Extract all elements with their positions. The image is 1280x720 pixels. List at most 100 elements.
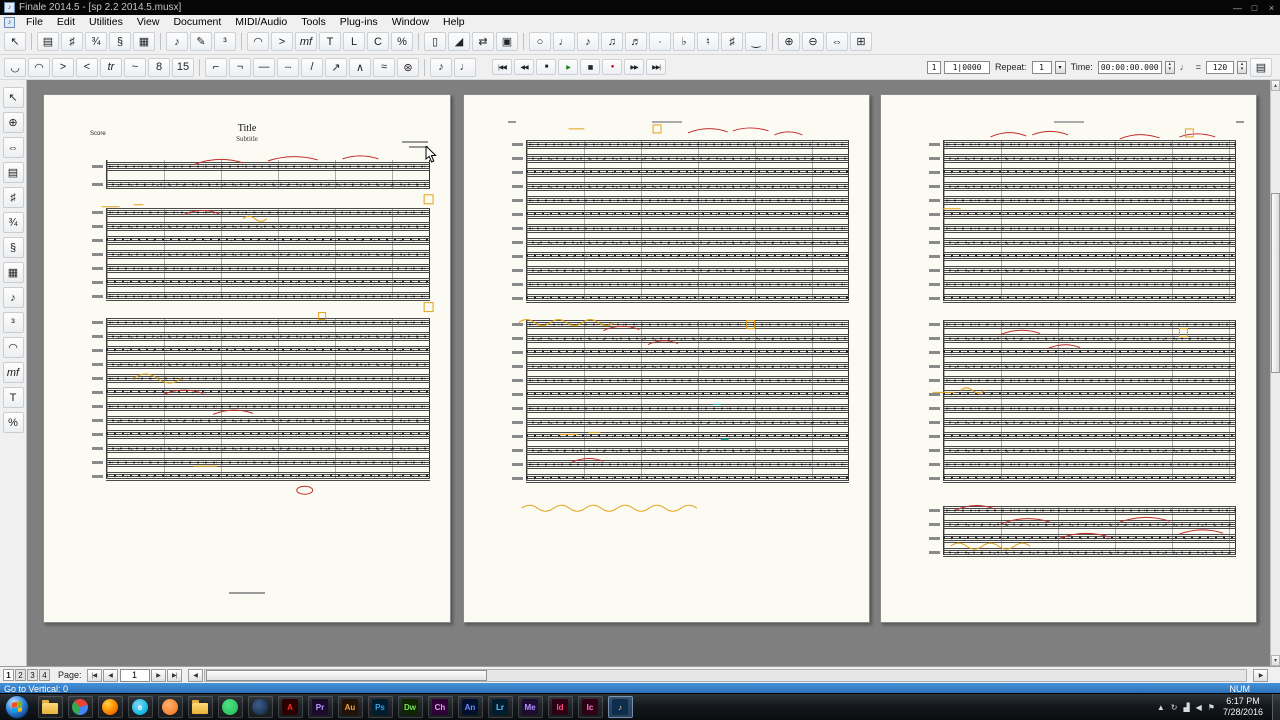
record-button[interactable]: ● xyxy=(602,59,622,75)
close-button[interactable]: × xyxy=(1263,3,1280,13)
redraw-screen-tool[interactable]: ⊞ xyxy=(850,32,872,51)
tempo-spinner[interactable]: ▴ ▾ xyxy=(1237,60,1247,74)
palette-zoom-tool[interactable]: ⊕ xyxy=(2,112,24,133)
smart-shape-tool[interactable]: ◠ xyxy=(247,32,269,51)
time-signature-tool[interactable]: ¾ xyxy=(85,32,107,51)
palette-measure-tool[interactable]: ▦ xyxy=(2,262,24,283)
score-page-3[interactable] xyxy=(880,94,1257,623)
palette-expression-tool[interactable]: mf xyxy=(2,362,24,383)
articulation-tool[interactable]: > xyxy=(271,32,293,51)
hand-grabber-tool[interactable]: ⇔ xyxy=(826,32,848,51)
lyrics-tool[interactable]: L xyxy=(343,32,365,51)
page-tab-3[interactable]: 3 xyxy=(27,669,38,681)
beat-counter[interactable]: 1|0000 xyxy=(944,60,991,74)
palette-staff-tool[interactable]: ▤ xyxy=(2,162,24,183)
taskbar-app-steam[interactable] xyxy=(247,696,273,718)
page-tab-1[interactable]: 1 xyxy=(3,669,14,681)
time-display[interactable]: 00:00:00.000 xyxy=(1097,60,1162,74)
resize-tool[interactable]: ◢ xyxy=(448,32,470,51)
vertical-scrollbar[interactable]: ▴ ▾ xyxy=(1270,80,1280,666)
back-to-start-button[interactable]: |◀◀ xyxy=(492,59,512,75)
page-tab-2[interactable]: 2 xyxy=(15,669,26,681)
playback-settings-button[interactable]: ▤ xyxy=(1250,57,1272,77)
scroll-up-button[interactable]: ▴ xyxy=(1271,80,1280,91)
palette-text-tool[interactable]: T xyxy=(2,387,24,408)
bracket-open-tool[interactable]: ⌐ xyxy=(205,57,227,77)
tempo-value[interactable]: 120 xyxy=(1206,60,1234,74)
dashed-line-tool[interactable]: ┄ xyxy=(277,57,299,77)
show-desktop-button[interactable] xyxy=(1272,694,1280,720)
palette-repeat-tool[interactable]: % xyxy=(2,412,24,433)
taskbar-app-photoshop[interactable]: Ps xyxy=(367,696,393,718)
text-tool[interactable]: T xyxy=(319,32,341,51)
simple-entry-flat[interactable]: ♭ xyxy=(673,32,695,51)
page-number-input[interactable] xyxy=(119,668,150,682)
glissando-tool[interactable]: / xyxy=(301,57,323,77)
vertical-scroll-track[interactable] xyxy=(1271,91,1280,655)
selection-tool[interactable]: ↖ xyxy=(4,32,26,51)
repeat-tool[interactable]: % xyxy=(391,32,413,51)
palette-tuplet-tool[interactable]: ³ xyxy=(2,312,24,333)
taskbar-app-spotify[interactable] xyxy=(217,696,243,718)
taskbar-app-media-encoder[interactable]: Me xyxy=(517,696,543,718)
menu-tools[interactable]: Tools xyxy=(294,16,333,28)
pause-button[interactable]: ▮▮ xyxy=(580,59,600,75)
palette-smart-shape-tool[interactable]: ◠ xyxy=(2,337,24,358)
menu-document[interactable]: Document xyxy=(166,16,228,28)
horizontal-scrollbar[interactable] xyxy=(203,668,1247,682)
palette-clef-tool[interactable]: § xyxy=(2,237,24,258)
fast-forward-button[interactable]: ▶▶ xyxy=(624,59,644,75)
menu-window[interactable]: Window xyxy=(385,16,436,28)
rewind-button[interactable]: ◀◀ xyxy=(514,59,534,75)
menu-utilities[interactable]: Utilities xyxy=(82,16,130,28)
taskbar-app-acrobat[interactable]: A xyxy=(277,696,303,718)
scroll-down-button[interactable]: ▾ xyxy=(1271,655,1280,666)
simple-entry-eighth-note[interactable]: ♪ xyxy=(577,32,599,51)
ottava-tool[interactable]: 8 xyxy=(148,57,170,77)
simple-entry-tool[interactable]: ♪ xyxy=(166,32,188,51)
line-tool[interactable]: — xyxy=(253,57,275,77)
trill-tool[interactable]: tr xyxy=(100,57,122,77)
score-page-2[interactable] xyxy=(463,94,870,623)
palette-note-entry-tool[interactable]: ♪ xyxy=(2,287,24,308)
decrescendo-tool[interactable]: > xyxy=(52,57,74,77)
key-signature-tool[interactable]: ♯ xyxy=(61,32,83,51)
page-tab-4[interactable]: 4 xyxy=(39,669,50,681)
taskbar-app-explorer[interactable] xyxy=(37,696,63,718)
taskbar-app-documents-folder[interactable] xyxy=(187,696,213,718)
repeat-value[interactable]: 1 xyxy=(1031,60,1052,74)
menu-plug-ins[interactable]: Plug-ins xyxy=(333,16,385,28)
hyperscribe-tool[interactable]: ♩ xyxy=(454,57,476,77)
repeat-dropdown-arrow-icon[interactable]: ▾ xyxy=(1054,60,1066,74)
menu-file[interactable]: File xyxy=(19,16,50,28)
go-to-end-button[interactable]: ▶▶| xyxy=(646,59,666,75)
taskbar-app-chrome[interactable] xyxy=(67,696,93,718)
taskbar-app-dreamweaver[interactable]: Dw xyxy=(397,696,423,718)
document-icon[interactable]: ♪ xyxy=(4,16,15,28)
midi-tool[interactable]: ♪ xyxy=(430,57,452,77)
first-page-button[interactable]: |◀ xyxy=(86,668,102,682)
tuplet-tool[interactable]: ³ xyxy=(214,32,236,51)
score-page-1[interactable]: Score Title Subtitle xyxy=(43,94,451,623)
zoom-out-tool[interactable]: ⊖ xyxy=(802,32,824,51)
last-page-button[interactable]: ▶| xyxy=(166,668,182,682)
prev-page-button[interactable]: ◀ xyxy=(102,668,118,682)
volume-icon[interactable]: ◀ xyxy=(1196,703,1202,712)
menu-view[interactable]: View xyxy=(130,16,167,28)
slur-tool[interactable]: ◡ xyxy=(4,57,26,77)
simple-entry-quarter-note[interactable]: ♩ xyxy=(553,32,575,51)
taskbar-app-finale[interactable]: ♪ xyxy=(607,696,633,718)
zoom-in-tool[interactable]: ⊕ xyxy=(778,32,800,51)
simple-entry-dot[interactable]: · xyxy=(649,32,671,51)
turn-tool[interactable]: ~ xyxy=(124,57,146,77)
menu-help[interactable]: Help xyxy=(436,16,472,28)
page-layout-tool[interactable]: ▯ xyxy=(424,32,446,51)
simple-entry-natural[interactable]: ♮ xyxy=(697,32,719,51)
hscroll-right-button[interactable]: ▶ xyxy=(1253,668,1268,682)
measure-counter[interactable]: 1 xyxy=(927,60,942,74)
play-button[interactable]: ▶ xyxy=(558,59,578,75)
taskbar-app-premiere-pro[interactable]: Pr xyxy=(307,696,333,718)
palette-selection-tool[interactable]: ↖ xyxy=(2,87,24,108)
note-mover-tool[interactable]: ⇄ xyxy=(472,32,494,51)
taskbar-clock[interactable]: 6:17 PM 7/28/2016 xyxy=(1223,696,1263,718)
